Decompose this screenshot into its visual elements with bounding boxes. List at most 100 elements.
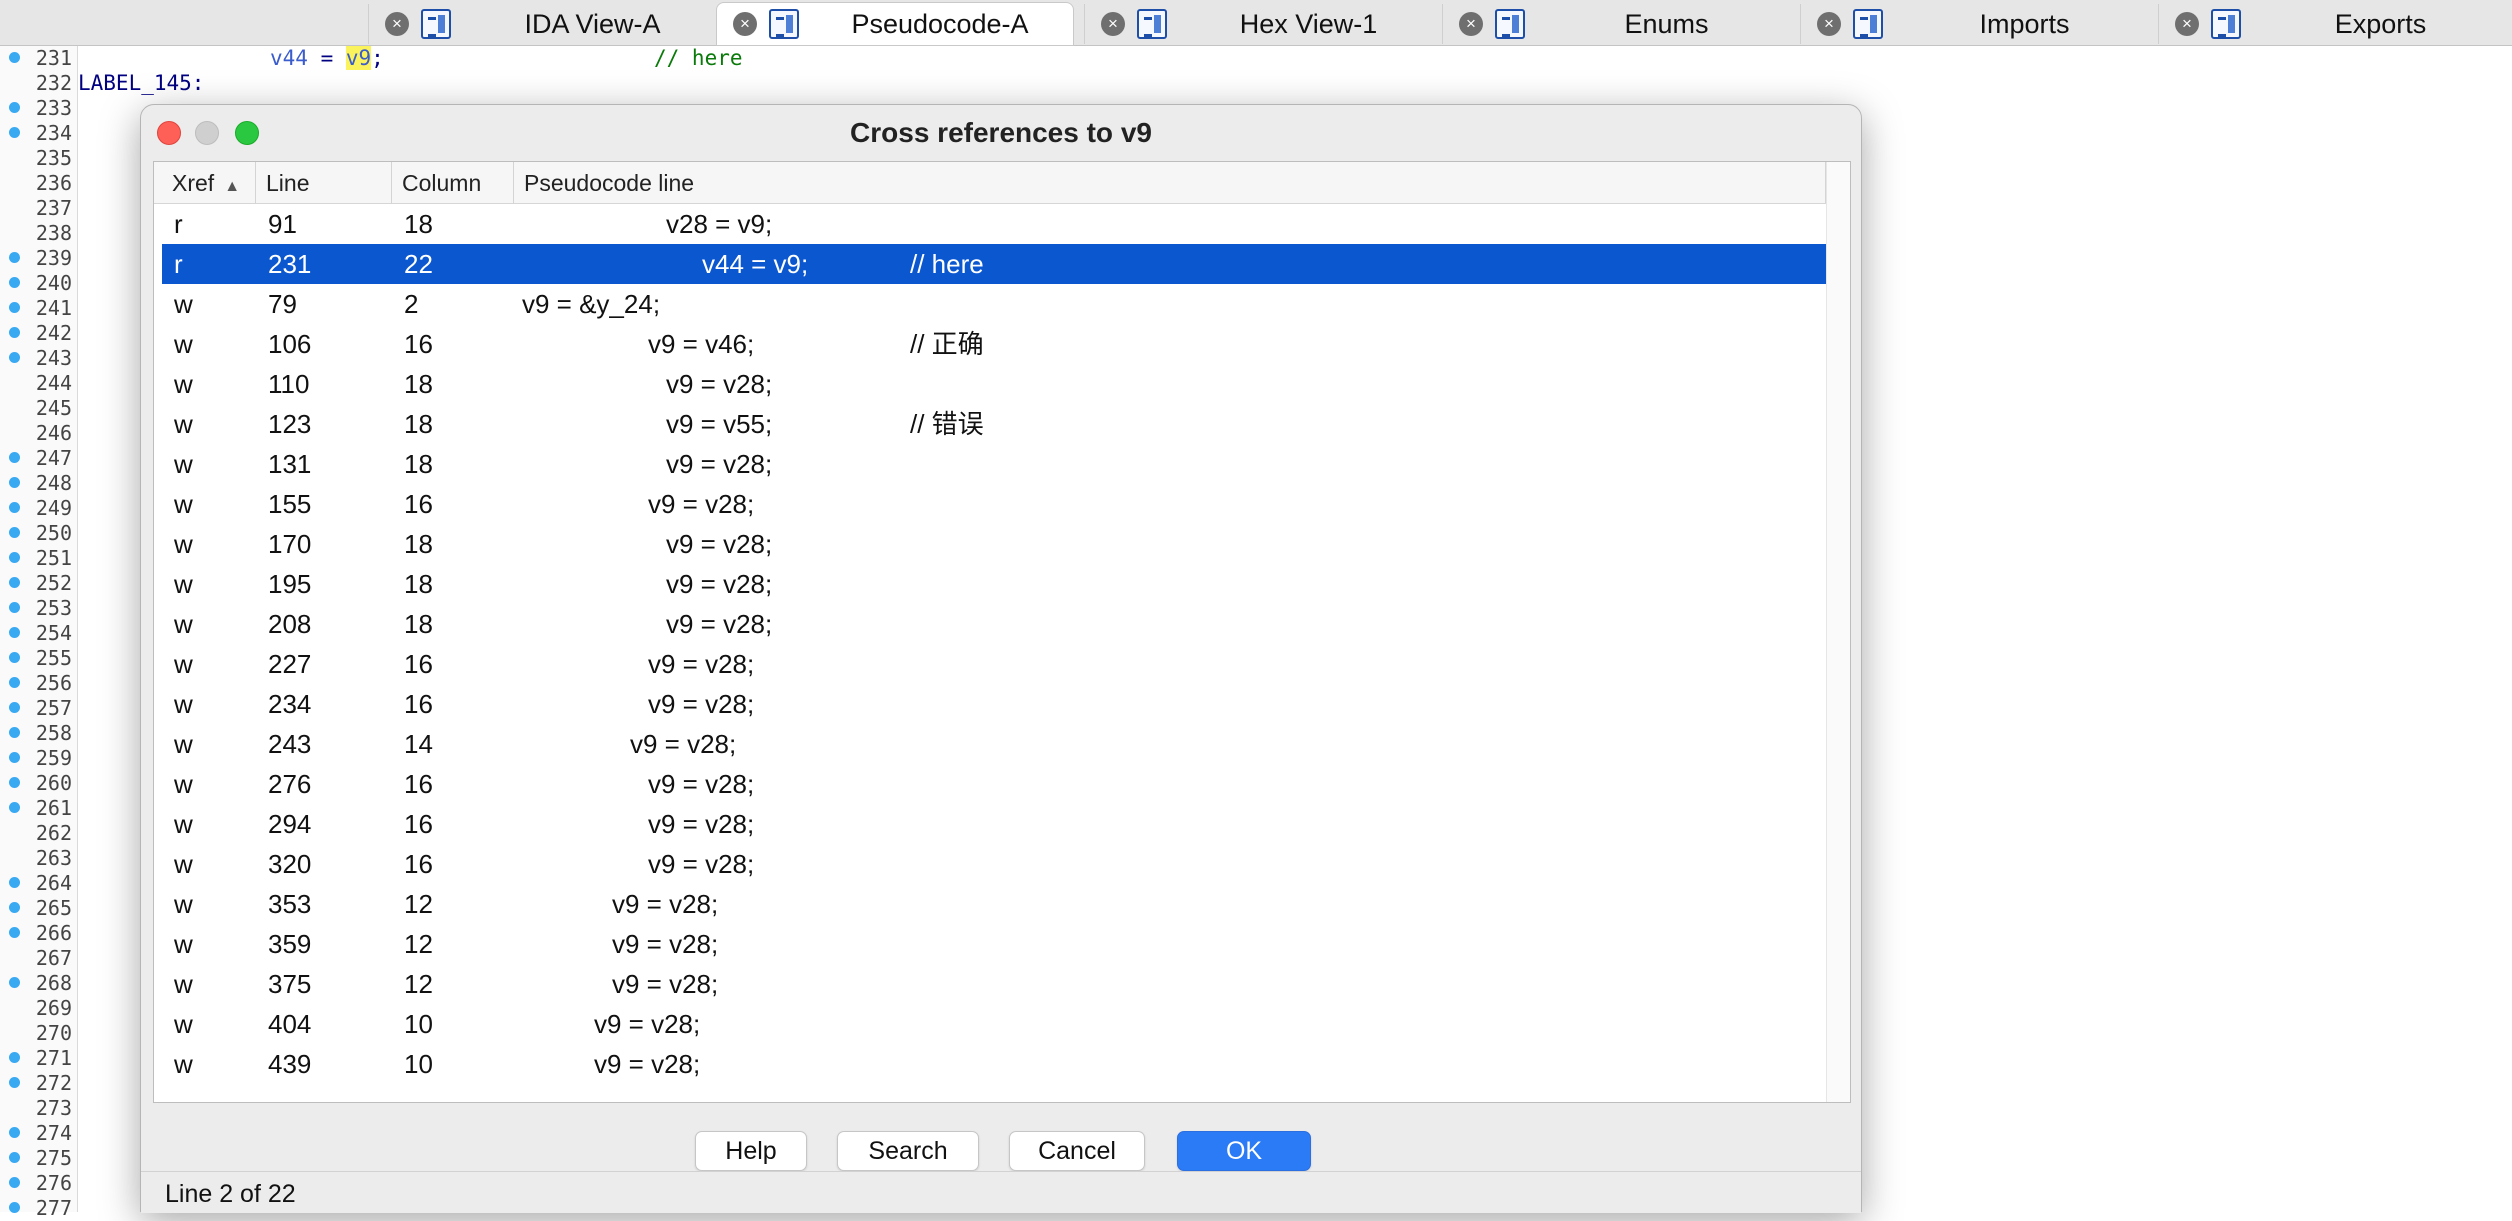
breakpoint-dot-icon[interactable] bbox=[9, 702, 20, 713]
breakpoint-dot-icon[interactable] bbox=[9, 102, 20, 113]
table-row[interactable]: w 353 12 v9 = v28; bbox=[162, 884, 1826, 924]
code-operator: = bbox=[307, 46, 346, 70]
highlighted-var[interactable]: v9 bbox=[345, 46, 372, 70]
breakpoint-dot-icon[interactable] bbox=[9, 552, 20, 563]
close-icon[interactable]: × bbox=[2175, 12, 2199, 36]
table-row[interactable]: w 131 18 v9 = v28; bbox=[162, 444, 1826, 484]
tab-ida-view-a[interactable]: × IDA View-A bbox=[368, 4, 726, 44]
breakpoint-dot-icon[interactable] bbox=[9, 52, 20, 63]
breakpoint-dot-icon[interactable] bbox=[9, 977, 20, 988]
column-header-pseudocode[interactable]: Pseudocode line bbox=[514, 162, 1826, 204]
breakpoint-dot-icon[interactable] bbox=[9, 602, 20, 613]
close-icon[interactable]: × bbox=[733, 12, 757, 36]
table-row[interactable]: w 227 16 v9 = v28; bbox=[162, 644, 1826, 684]
breakpoint-dot-icon[interactable] bbox=[9, 302, 20, 313]
breakpoint-dot-icon[interactable] bbox=[9, 1077, 20, 1088]
breakpoint-dot-icon[interactable] bbox=[9, 1177, 20, 1188]
dialog-title: Cross references to v9 bbox=[850, 117, 1152, 148]
gutter-line: 235 bbox=[0, 146, 78, 171]
gutter-line: 253 bbox=[0, 596, 78, 621]
breakpoint-dot-icon[interactable] bbox=[9, 902, 20, 913]
table-row[interactable]: w 106 16 v9 = v46; // 正确 bbox=[162, 324, 1826, 364]
line-cell: 276 bbox=[268, 769, 312, 799]
breakpoint-dot-icon[interactable] bbox=[9, 477, 20, 488]
breakpoint-dot-icon[interactable] bbox=[9, 502, 20, 513]
breakpoint-dot-icon[interactable] bbox=[9, 627, 20, 638]
breakpoint-dot-icon[interactable] bbox=[9, 752, 20, 763]
table-row[interactable]: w 195 18 v9 = v28; bbox=[162, 564, 1826, 604]
breakpoint-dot-icon[interactable] bbox=[9, 802, 20, 813]
gutter-line: 276 bbox=[0, 1171, 78, 1196]
table-row[interactable]: w 439 10 v9 = v28; bbox=[162, 1044, 1826, 1084]
breakpoint-dot-icon[interactable] bbox=[9, 352, 20, 363]
breakpoint-dot-icon[interactable] bbox=[9, 252, 20, 263]
code-line-231[interactable]: v44 = v9; bbox=[270, 46, 384, 70]
table-row[interactable]: w 375 12 v9 = v28; bbox=[162, 964, 1826, 1004]
table-row[interactable]: w 110 18 v9 = v28; bbox=[162, 364, 1826, 404]
dialog-titlebar[interactable]: Cross references to v9 bbox=[141, 105, 1861, 161]
breakpoint-dot-icon[interactable] bbox=[9, 677, 20, 688]
line-cell: 79 bbox=[268, 289, 297, 319]
breakpoint-dot-icon[interactable] bbox=[9, 652, 20, 663]
help-button[interactable]: Help bbox=[695, 1131, 807, 1171]
table-row[interactable]: w 123 18 v9 = v55; // 错误 bbox=[162, 404, 1826, 444]
breakpoint-dot-icon[interactable] bbox=[9, 777, 20, 788]
tab-hex-view-1[interactable]: × Hex View-1 bbox=[1084, 4, 1442, 44]
tab-imports[interactable]: × Imports bbox=[1800, 4, 2158, 44]
breakpoint-dot-icon[interactable] bbox=[9, 452, 20, 463]
tab-enums[interactable]: × Enums bbox=[1442, 4, 1800, 44]
gutter-line: 231 bbox=[0, 46, 78, 71]
breakpoint-dot-icon[interactable] bbox=[9, 277, 20, 288]
table-row[interactable]: w 276 16 v9 = v28; bbox=[162, 764, 1826, 804]
pseudocode-cell: v28 = v9; bbox=[666, 209, 773, 239]
breakpoint-dot-icon[interactable] bbox=[9, 1052, 20, 1063]
table-row[interactable]: r 231 22 v44 = v9; // here bbox=[162, 244, 1826, 284]
table-header: Xref ▲ Line Column Pseudocode line bbox=[154, 162, 1826, 204]
table-row[interactable]: w 155 16 v9 = v28; bbox=[162, 484, 1826, 524]
close-icon[interactable]: × bbox=[385, 12, 409, 36]
breakpoint-dot-icon[interactable] bbox=[9, 527, 20, 538]
line-number-gutter: 231 232 233 234 235 236 237 238 239 240 241 242 243 2… bbox=[0, 46, 78, 1220]
tab-pseudocode-a[interactable]: × Pseudocode-A bbox=[716, 2, 1074, 46]
table-row[interactable]: w 404 10 v9 = v28; bbox=[162, 1004, 1826, 1044]
close-icon[interactable]: × bbox=[1459, 12, 1483, 36]
breakpoint-dot-icon[interactable] bbox=[9, 927, 20, 938]
search-button[interactable]: Search bbox=[837, 1131, 979, 1171]
breakpoint-dot-icon[interactable] bbox=[9, 877, 20, 888]
close-icon[interactable]: × bbox=[1101, 12, 1125, 36]
table-row[interactable]: r 91 18 v28 = v9; bbox=[162, 204, 1826, 244]
breakpoint-dot-icon[interactable] bbox=[9, 127, 20, 138]
pseudocode-cell: v9 = v28; bbox=[612, 889, 719, 919]
breakpoint-dot-icon[interactable] bbox=[9, 327, 20, 338]
line-number: 231 bbox=[35, 46, 72, 70]
line-number: 242 bbox=[35, 321, 72, 345]
column-header-xref[interactable]: Xref ▲ bbox=[154, 162, 256, 204]
table-row[interactable]: w 170 18 v9 = v28; bbox=[162, 524, 1826, 564]
breakpoint-dot-icon[interactable] bbox=[9, 727, 20, 738]
breakpoint-dot-icon[interactable] bbox=[9, 577, 20, 588]
breakpoint-dot-icon[interactable] bbox=[9, 1152, 20, 1163]
table-row[interactable]: w 208 18 v9 = v28; bbox=[162, 604, 1826, 644]
vertical-scrollbar[interactable] bbox=[1826, 162, 1850, 1102]
column-cell: 16 bbox=[404, 809, 433, 839]
gutter-line: 245 bbox=[0, 396, 78, 421]
table-row[interactable]: w 243 14 v9 = v28; bbox=[162, 724, 1826, 764]
line-cell: 231 bbox=[268, 249, 312, 279]
gutter-line: 260 bbox=[0, 771, 78, 796]
tab-exports[interactable]: × Exports bbox=[2158, 4, 2512, 44]
line-number: 268 bbox=[35, 971, 72, 995]
line-number: 237 bbox=[35, 196, 72, 220]
table-row[interactable]: w 234 16 v9 = v28; bbox=[162, 684, 1826, 724]
table-row[interactable]: w 79 2 v9 = &y_24; bbox=[162, 284, 1826, 324]
gutter-line: 250 bbox=[0, 521, 78, 546]
close-icon[interactable]: × bbox=[1817, 12, 1841, 36]
column-header-line[interactable]: Line bbox=[256, 162, 392, 204]
table-row[interactable]: w 320 16 v9 = v28; bbox=[162, 844, 1826, 884]
table-row[interactable]: w 294 16 v9 = v28; bbox=[162, 804, 1826, 844]
breakpoint-dot-icon[interactable] bbox=[9, 1202, 20, 1213]
cancel-button[interactable]: Cancel bbox=[1009, 1131, 1145, 1171]
breakpoint-dot-icon[interactable] bbox=[9, 1127, 20, 1138]
ok-button[interactable]: OK bbox=[1177, 1131, 1311, 1171]
table-row[interactable]: w 359 12 v9 = v28; bbox=[162, 924, 1826, 964]
column-header-column[interactable]: Column bbox=[392, 162, 514, 204]
